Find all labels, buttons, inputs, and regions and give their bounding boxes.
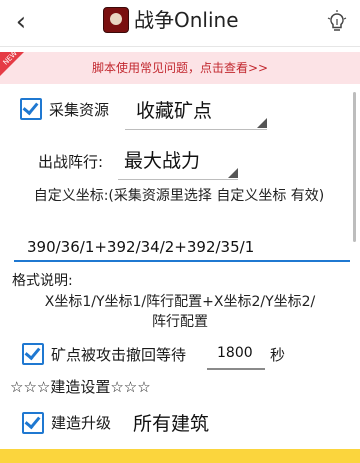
dropdown-arrow-icon: [228, 168, 238, 178]
collect-dropdown[interactable]: 收藏矿点: [136, 96, 212, 123]
dropdown-arrow-icon: [257, 118, 267, 128]
collect-label: 采集资源: [49, 101, 110, 119]
format-line-1: X坐标1/Y坐标1/阵行配置+X坐标2/Y坐标2/: [44, 294, 316, 310]
retreat-checkbox[interactable]: [22, 343, 44, 365]
chevron-left-icon[interactable]: ‹: [6, 8, 36, 38]
collect-checkbox[interactable]: [20, 98, 42, 120]
formation-dropdown-underline: [118, 179, 238, 180]
retreat-input-underline: [207, 368, 265, 370]
seconds-unit: 秒: [270, 346, 286, 364]
input-underline: [14, 260, 350, 262]
upgrade-checkbox[interactable]: [22, 412, 44, 434]
app-icon: [103, 7, 129, 33]
build-section-title: ☆☆☆建造设置☆☆☆: [10, 378, 151, 396]
formation-dropdown[interactable]: 最大战力: [124, 146, 200, 173]
format-title: 格式说明:: [12, 273, 73, 289]
collect-dropdown-underline: [125, 129, 267, 130]
scrollbar[interactable]: [353, 92, 356, 242]
bottom-action-bar[interactable]: [0, 449, 360, 463]
faq-link[interactable]: 脚本使用常见问题，点击查看>>: [0, 52, 360, 84]
custom-coords-label: 自定义坐标:(采集资源里选择 自定义坐标 有效): [33, 188, 325, 204]
custom-coords-input[interactable]: 390/36/1+392/34/2+392/35/1: [27, 238, 254, 256]
format-line-2: 阵行配置: [152, 314, 208, 330]
lightbulb-icon[interactable]: [326, 10, 348, 34]
upgrade-label: 建造升级: [51, 414, 112, 432]
retreat-seconds-input[interactable]: 1800: [217, 345, 253, 361]
formation-label: 出战阵行:: [38, 153, 104, 171]
retreat-label: 矿点被攻击撤回等待: [51, 346, 187, 364]
page-title: 战争Online: [134, 8, 239, 32]
upgrade-dropdown[interactable]: 所有建筑: [133, 409, 209, 436]
